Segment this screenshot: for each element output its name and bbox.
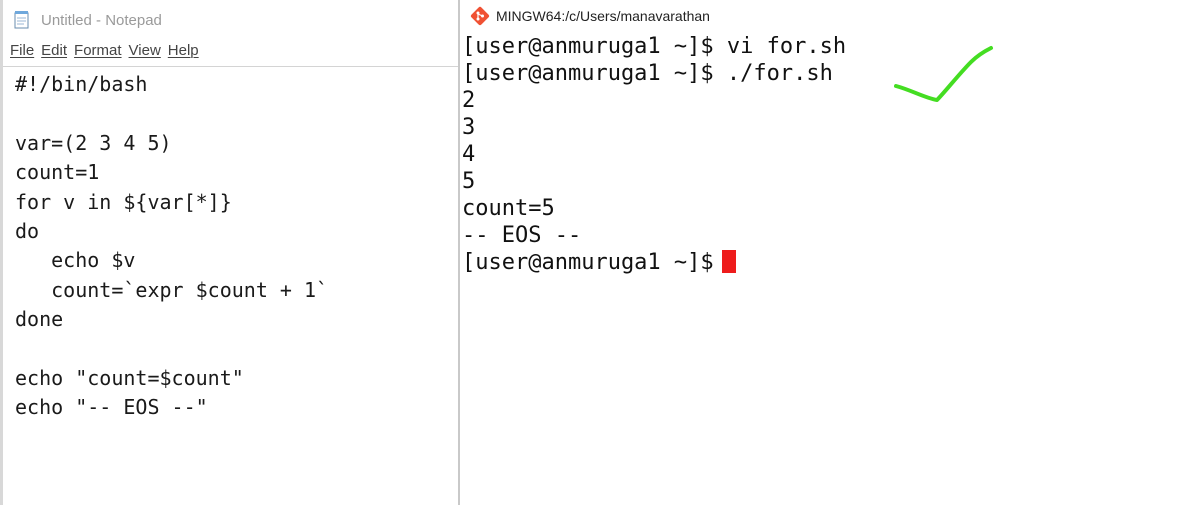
notepad-text-area[interactable]: #!/bin/bash var=(2 3 4 5) count=1 for v … bbox=[15, 70, 328, 423]
menu-format[interactable]: Format bbox=[74, 42, 122, 64]
terminal-line: -- EOS -- bbox=[462, 223, 582, 248]
terminal-prompt-line: [user@anmuruga1 ~]$ bbox=[462, 249, 846, 276]
terminal-line: [user@anmuruga1 ~]$ ./for.sh bbox=[462, 61, 833, 86]
terminal-line: 4 bbox=[462, 142, 476, 167]
terminal-line: count=5 bbox=[462, 196, 555, 221]
terminal-prompt: [user@anmuruga1 ~]$ bbox=[462, 250, 714, 275]
terminal-window: MINGW64:/c/Users/manavarathan [user@anmu… bbox=[460, 0, 1186, 505]
terminal-titlebar: MINGW64:/c/Users/manavarathan bbox=[470, 5, 710, 27]
menu-help[interactable]: Help bbox=[168, 42, 199, 64]
notepad-title: Untitled - Notepad bbox=[41, 11, 162, 29]
terminal-line: 5 bbox=[462, 169, 476, 194]
terminal-line: 3 bbox=[462, 115, 476, 140]
menu-view[interactable]: View bbox=[129, 42, 161, 64]
terminal-cursor bbox=[721, 250, 736, 273]
checkmark-icon bbox=[894, 46, 993, 102]
terminal-line: 2 bbox=[462, 88, 476, 113]
terminal-output[interactable]: [user@anmuruga1 ~]$ vi for.sh [user@anmu… bbox=[462, 33, 846, 276]
notepad-menubar: File Edit Format View Help bbox=[10, 42, 206, 64]
terminal-line: [user@anmuruga1 ~]$ vi for.sh bbox=[462, 34, 847, 59]
git-icon bbox=[470, 6, 490, 26]
notepad-titlebar: Untitled - Notepad bbox=[11, 8, 162, 32]
menu-edit[interactable]: Edit bbox=[41, 42, 67, 64]
terminal-title: MINGW64:/c/Users/manavarathan bbox=[496, 8, 710, 24]
notepad-icon bbox=[14, 11, 29, 29]
menu-file[interactable]: File bbox=[10, 42, 34, 64]
notepad-window: Untitled - Notepad File Edit Format View… bbox=[0, 0, 461, 505]
menubar-divider bbox=[3, 66, 461, 67]
